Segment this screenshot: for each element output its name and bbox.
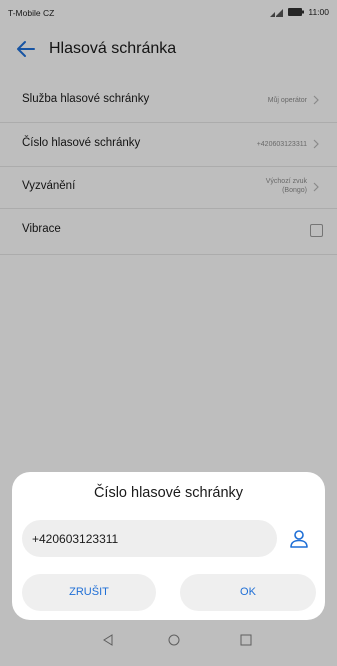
voicemail-number-dialog: Číslo hlasové schránky ZRUŠIT OK xyxy=(12,472,325,620)
number-field[interactable] xyxy=(22,520,277,557)
dialog-title: Číslo hlasové schránky xyxy=(93,485,244,501)
ok-button[interactable]: OK xyxy=(180,574,316,611)
nav-home-icon[interactable] xyxy=(168,634,180,646)
voicemail-number-input[interactable] xyxy=(32,520,267,557)
contact-icon[interactable] xyxy=(288,528,310,550)
screen: T-Mobile CZ 11:00 Hlasová schránka Služb… xyxy=(0,0,337,666)
cancel-button[interactable]: ZRUŠIT xyxy=(22,574,156,611)
nav-back-icon[interactable] xyxy=(102,634,114,646)
navigation-bar xyxy=(0,616,337,666)
nav-recents-icon[interactable] xyxy=(240,634,252,646)
